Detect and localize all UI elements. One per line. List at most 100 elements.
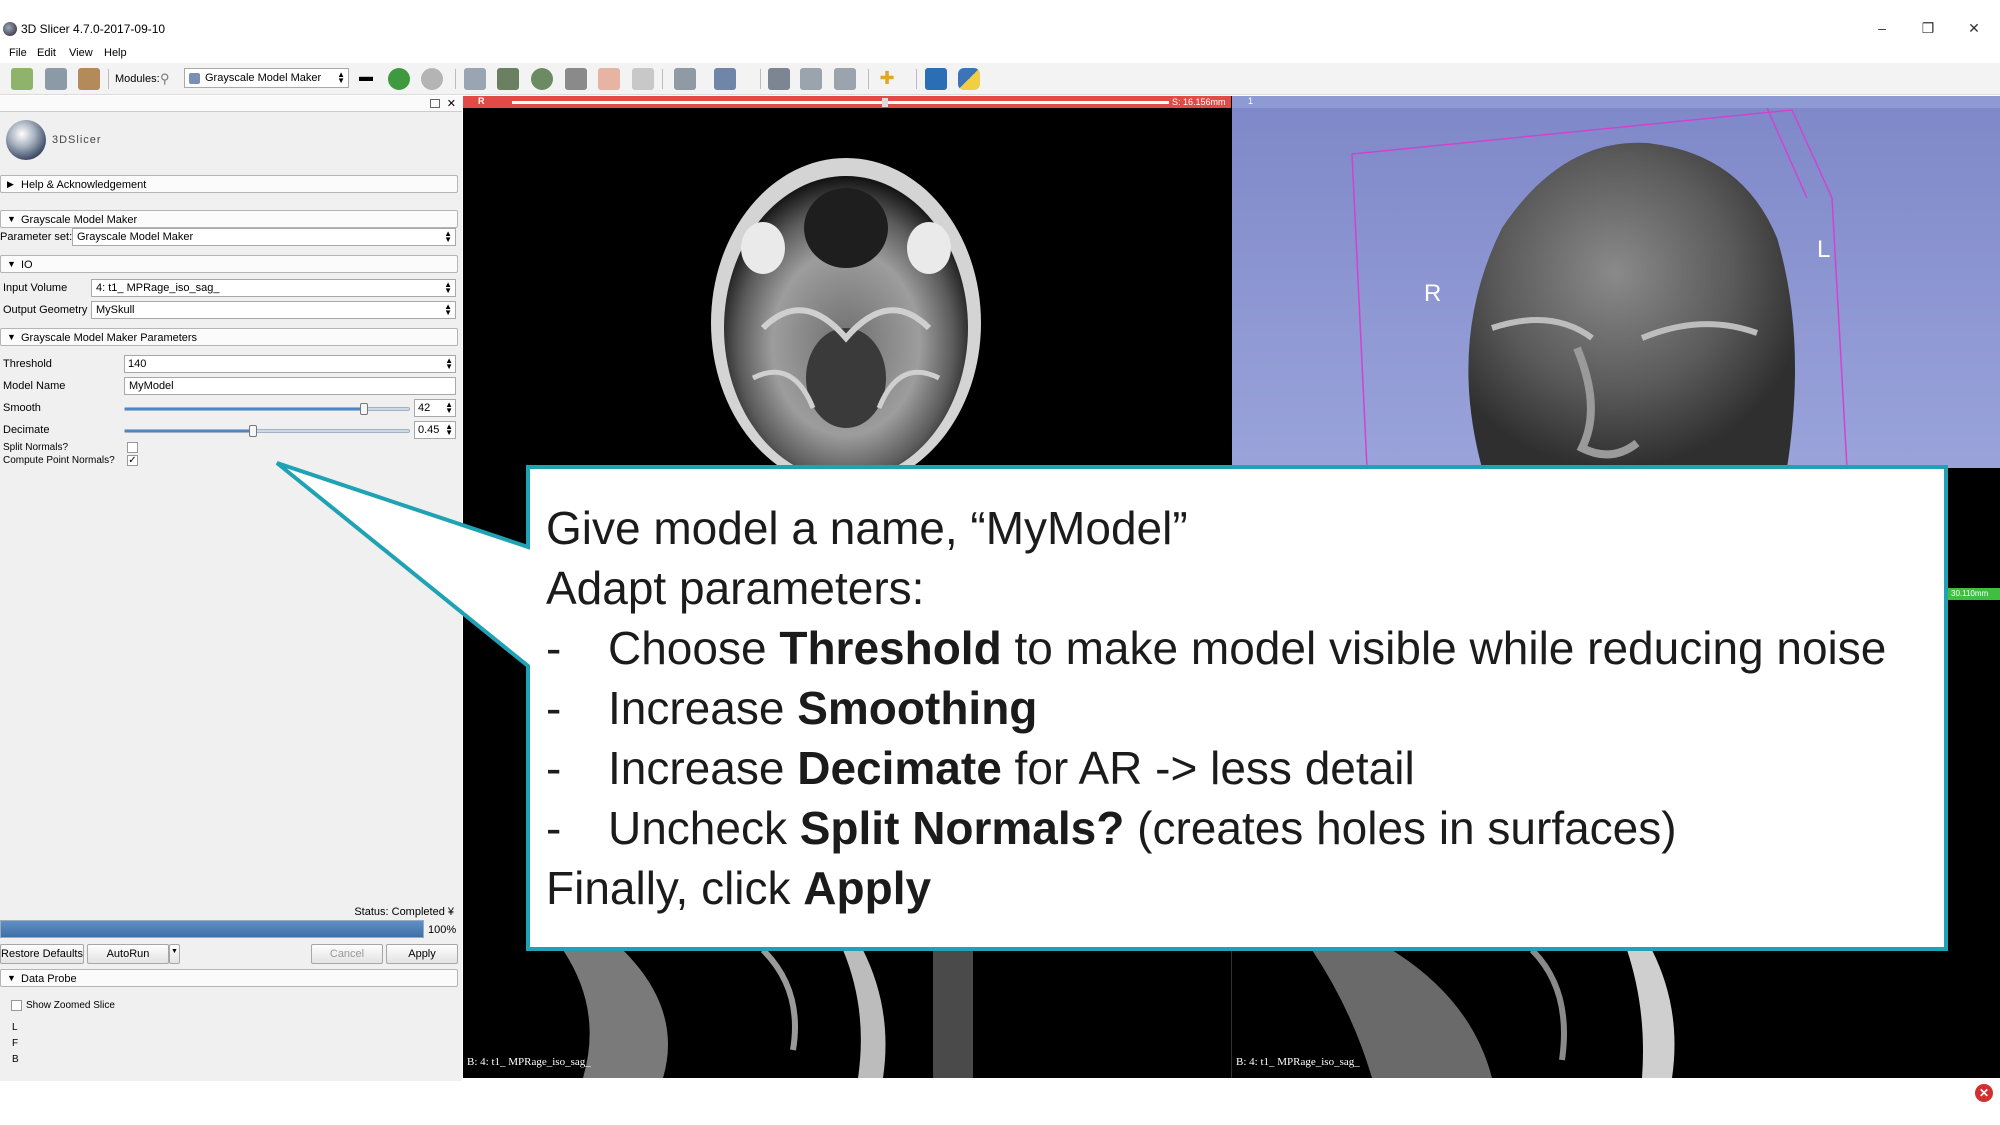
toolbar-separator	[916, 69, 917, 89]
fiducial-place-icon[interactable]: ✚	[876, 68, 898, 90]
callout-bold-text: Split Normals?	[799, 802, 1125, 854]
menu-help[interactable]: Help	[104, 47, 127, 59]
modules-label: Modules:	[115, 73, 160, 85]
float-icon[interactable]	[430, 99, 440, 108]
progress-fill	[1, 921, 423, 937]
3d-head-render	[1351, 108, 1848, 468]
dcm-icon[interactable]	[45, 68, 67, 90]
module-selector[interactable]: Grayscale Model Maker ▲ ▼	[184, 68, 349, 88]
module-panel: ✕ 3DSlicer ▶ Help & Acknowledgement ▼ Gr…	[0, 96, 462, 1081]
callout-line-apply: Finally, click Apply	[546, 861, 931, 915]
threshold-spinbox[interactable]: 140 ▲ ▼	[124, 355, 456, 373]
parameter-set-select[interactable]: Grayscale Model Maker ▲ ▼	[72, 228, 456, 246]
markups-icon[interactable]	[598, 68, 620, 90]
io-section-header[interactable]: ▼ IO	[0, 255, 458, 273]
autorun-button[interactable]: AutoRun	[87, 944, 169, 964]
sagittal-left-label: B: 4: t1_ MPRage_iso_sag_	[467, 1056, 591, 1068]
sagittal-view-left[interactable]: B: 4: t1_ MPRage_iso_sag_	[463, 950, 1231, 1078]
decimate-slider-handle[interactable]	[248, 425, 257, 437]
toolbar-separator	[108, 69, 109, 89]
cancel-button[interactable]: Cancel	[311, 944, 383, 964]
slicer-logo-text: 3DSlicer	[52, 134, 102, 146]
volumes-icon[interactable]	[497, 68, 519, 90]
save-icon[interactable]	[78, 68, 100, 90]
close-icon[interactable]: ✕	[1960, 20, 1988, 38]
help-section-header[interactable]: ▶ Help & Acknowledgement	[0, 175, 458, 193]
extension-manager-icon[interactable]	[925, 68, 947, 90]
toolbar: Modules: ⚲ Grayscale Model Maker ▲ ▼ ▬ ✚	[0, 63, 2000, 95]
threshold-value: 140	[128, 358, 147, 370]
data-probe-section-header[interactable]: ▼ Data Probe	[0, 969, 458, 987]
apply-button[interactable]: Apply	[386, 944, 458, 964]
decimate-slider[interactable]	[124, 425, 410, 437]
compute-normals-label: Compute Point Normals?	[3, 455, 115, 466]
red-slice-view[interactable]	[463, 108, 1231, 468]
extensions-icon[interactable]	[834, 68, 856, 90]
menu-edit[interactable]: Edit	[37, 47, 56, 59]
decimate-spinbox[interactable]: 0.45 ▲ ▼	[414, 421, 456, 439]
models-icon[interactable]	[531, 68, 553, 90]
red-slice-offset-slider[interactable]	[512, 101, 1169, 104]
progress-bar	[0, 920, 424, 938]
probe-letter: L	[12, 1022, 18, 1033]
input-volume-label: Input Volume	[3, 282, 68, 294]
menu-bar: File Edit View Help	[0, 44, 2000, 62]
smooth-spinbox[interactable]: 42 ▲ ▼	[414, 399, 456, 417]
back-arrow-icon[interactable]	[388, 68, 410, 90]
close-panel-icon[interactable]: ✕	[447, 97, 456, 110]
bullet-dash: -	[546, 622, 562, 674]
params-section-header[interactable]: ▼ Grayscale Model Maker Parameters	[0, 328, 458, 346]
callout-bullet-split-normals: - Uncheck Split Normals? (creates holes i…	[546, 801, 1677, 855]
3d-view[interactable]: R L	[1232, 108, 2000, 468]
model-name-input[interactable]: MyModel	[124, 377, 456, 395]
load-data-icon[interactable]	[11, 68, 33, 90]
sagittal-view-right[interactable]: B: 4: t1_ MPRage_iso_sag_	[1232, 950, 2000, 1078]
callout-bullet-decimate: - Increase Decimate for AR -> less detail	[546, 741, 1415, 795]
transforms-icon[interactable]	[565, 68, 587, 90]
orientation-label-l: L	[1817, 236, 1831, 263]
red-slice-letter: R	[478, 96, 485, 106]
capture-icon[interactable]	[800, 68, 822, 90]
red-slice-offset-handle[interactable]	[882, 98, 888, 107]
callout-line-adapt: Adapt parameters:	[546, 561, 924, 615]
minimize-icon[interactable]: –	[1868, 20, 1896, 38]
forward-arrow-icon[interactable]	[421, 68, 443, 90]
screenshot-icon[interactable]	[768, 68, 790, 90]
smooth-slider[interactable]	[124, 403, 410, 415]
module-search-icon[interactable]: ⚲	[160, 71, 170, 87]
window-title: 3D Slicer 4.7.0-2017-09-10	[21, 22, 166, 36]
editor-icon[interactable]	[632, 68, 654, 90]
model-name-label: Model Name	[3, 380, 66, 392]
parameter-set-value: Grayscale Model Maker	[77, 231, 194, 243]
instruction-callout: Give model a name, “MyModel” Adapt param…	[528, 467, 1946, 949]
output-geometry-select[interactable]: MySkull ▲ ▼	[91, 301, 456, 319]
restore-icon[interactable]: ❐	[1914, 20, 1942, 38]
module-history-icon[interactable]: ▬	[358, 68, 374, 90]
callout-text: Increase	[608, 742, 798, 794]
error-log-icon[interactable]: ✕	[1975, 1084, 1993, 1102]
show-zoomed-slice-label: Show Zoomed Slice	[26, 1000, 115, 1011]
autorun-dropdown-icon[interactable]: ▼	[169, 944, 180, 964]
sagittal-right-label: B: 4: t1_ MPRage_iso_sag_	[1236, 1056, 1360, 1068]
title-bar: 3D Slicer 4.7.0-2017-09-10 – ❐ ✕	[0, 0, 2000, 44]
python-icon[interactable]	[958, 68, 980, 90]
menu-file[interactable]: File	[9, 47, 27, 59]
view3d-index: 1	[1248, 96, 1254, 106]
chevron-updown-icon: ▲ ▼	[445, 422, 453, 437]
module-section-header[interactable]: ▼ Grayscale Model Maker	[0, 210, 458, 228]
callout-text: Adapt parameters:	[546, 562, 925, 614]
input-volume-select[interactable]: 4: t1_ MPRage_iso_sag_ ▲ ▼	[91, 279, 456, 297]
restore-defaults-button[interactable]: Restore Defaults	[0, 944, 84, 964]
data-module-icon[interactable]	[464, 68, 486, 90]
collapse-icon: ▼	[7, 259, 16, 269]
split-normals-label: Split Normals?	[3, 442, 69, 453]
crosshair-icon[interactable]	[714, 68, 736, 90]
menu-view[interactable]: View	[69, 47, 93, 59]
smooth-slider-handle[interactable]	[359, 403, 368, 415]
layout-icon[interactable]	[674, 68, 696, 90]
split-normals-checkbox[interactable]	[127, 442, 138, 453]
view3d-controller[interactable]: 1	[1232, 96, 2000, 108]
compute-normals-checkbox[interactable]: ✓	[127, 455, 138, 466]
output-geometry-label: Output Geometry	[3, 304, 88, 316]
show-zoomed-slice-checkbox[interactable]	[11, 1000, 22, 1011]
